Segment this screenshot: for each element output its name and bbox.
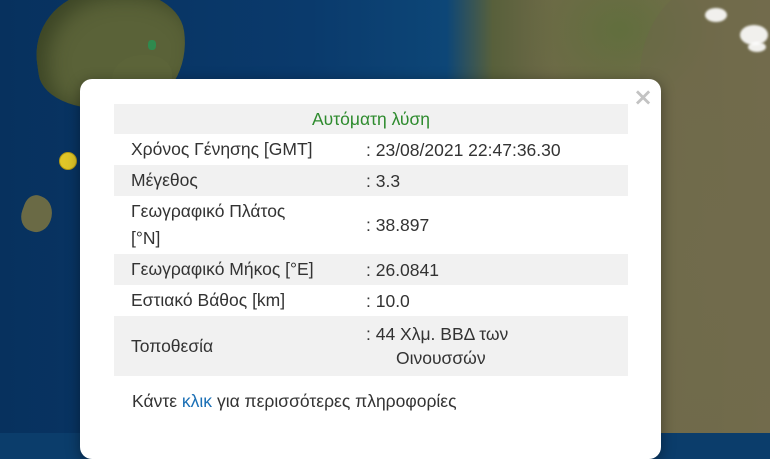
location-value-line2: Οινουσσών bbox=[396, 348, 486, 368]
table-row: Χρόνος Γένησης [GMT] : 23/08/2021 22:47:… bbox=[114, 134, 628, 165]
more-info-suffix: για περισσότερες πληροφορίες bbox=[216, 391, 457, 411]
close-icon[interactable]: × bbox=[633, 85, 653, 109]
earthquake-marker[interactable] bbox=[59, 152, 77, 170]
origin-time-value: : 23/08/2021 22:47:36.30 bbox=[366, 139, 561, 160]
latitude-label: Γεωγραφικό Πλάτος [°N] bbox=[114, 196, 366, 254]
depth-value: : 10.0 bbox=[366, 290, 410, 311]
cloud bbox=[705, 8, 727, 22]
more-info-prefix: Κάντε bbox=[132, 391, 178, 411]
earthquake-info-table: Αυτόματη λύση Χρόνος Γένησης [GMT] : 23/… bbox=[114, 104, 628, 376]
table-row: Γεωγραφικό Μήκος [°E] : 26.0841 bbox=[114, 254, 628, 285]
cloud bbox=[748, 42, 766, 52]
latitude-label-line1: Γεωγραφικό Πλάτος bbox=[131, 201, 286, 221]
more-info-link[interactable]: κλικ bbox=[182, 391, 212, 411]
table-row: Εστιακό Βάθος [km] : 10.0 bbox=[114, 285, 628, 316]
earthquake-info-popup: × Αυτόματη λύση Χρόνος Γένησης [GMT] : 2… bbox=[80, 79, 661, 459]
location-label: Τοποθεσία bbox=[114, 316, 366, 376]
latitude-value: : 38.897 bbox=[366, 215, 430, 235]
table-row: Γεωγραφικό Πλάτος [°N] : 38.897 bbox=[114, 196, 628, 254]
location-value-line1: : 44 Χλμ. ΒΒΔ των bbox=[366, 324, 509, 344]
vegetation-patch bbox=[148, 40, 156, 50]
depth-label: Εστιακό Βάθος [km] bbox=[131, 290, 286, 310]
magnitude-value: : 3.3 bbox=[366, 165, 628, 196]
longitude-value: : 26.0841 bbox=[366, 254, 628, 285]
longitude-label: Γεωγραφικό Μήκος [°E] bbox=[114, 254, 366, 285]
title-row: Αυτόματη λύση bbox=[114, 104, 628, 134]
table-row: Τοποθεσία : 44 Χλμ. ΒΒΔ των Οινουσσών bbox=[114, 316, 628, 376]
table-row: Μέγεθος : 3.3 bbox=[114, 165, 628, 196]
islet bbox=[16, 191, 58, 237]
location-value: : 44 Χλμ. ΒΒΔ των Οινουσσών bbox=[366, 316, 628, 376]
latitude-label-line2: [°N] bbox=[131, 228, 161, 248]
more-info-text: Κάντε κλικ για περισσότερες πληροφορίες bbox=[132, 391, 457, 412]
origin-time-label: Χρόνος Γένησης [GMT] bbox=[131, 139, 313, 159]
popup-title: Αυτόματη λύση bbox=[114, 104, 628, 134]
magnitude-label: Μέγεθος bbox=[114, 165, 366, 196]
